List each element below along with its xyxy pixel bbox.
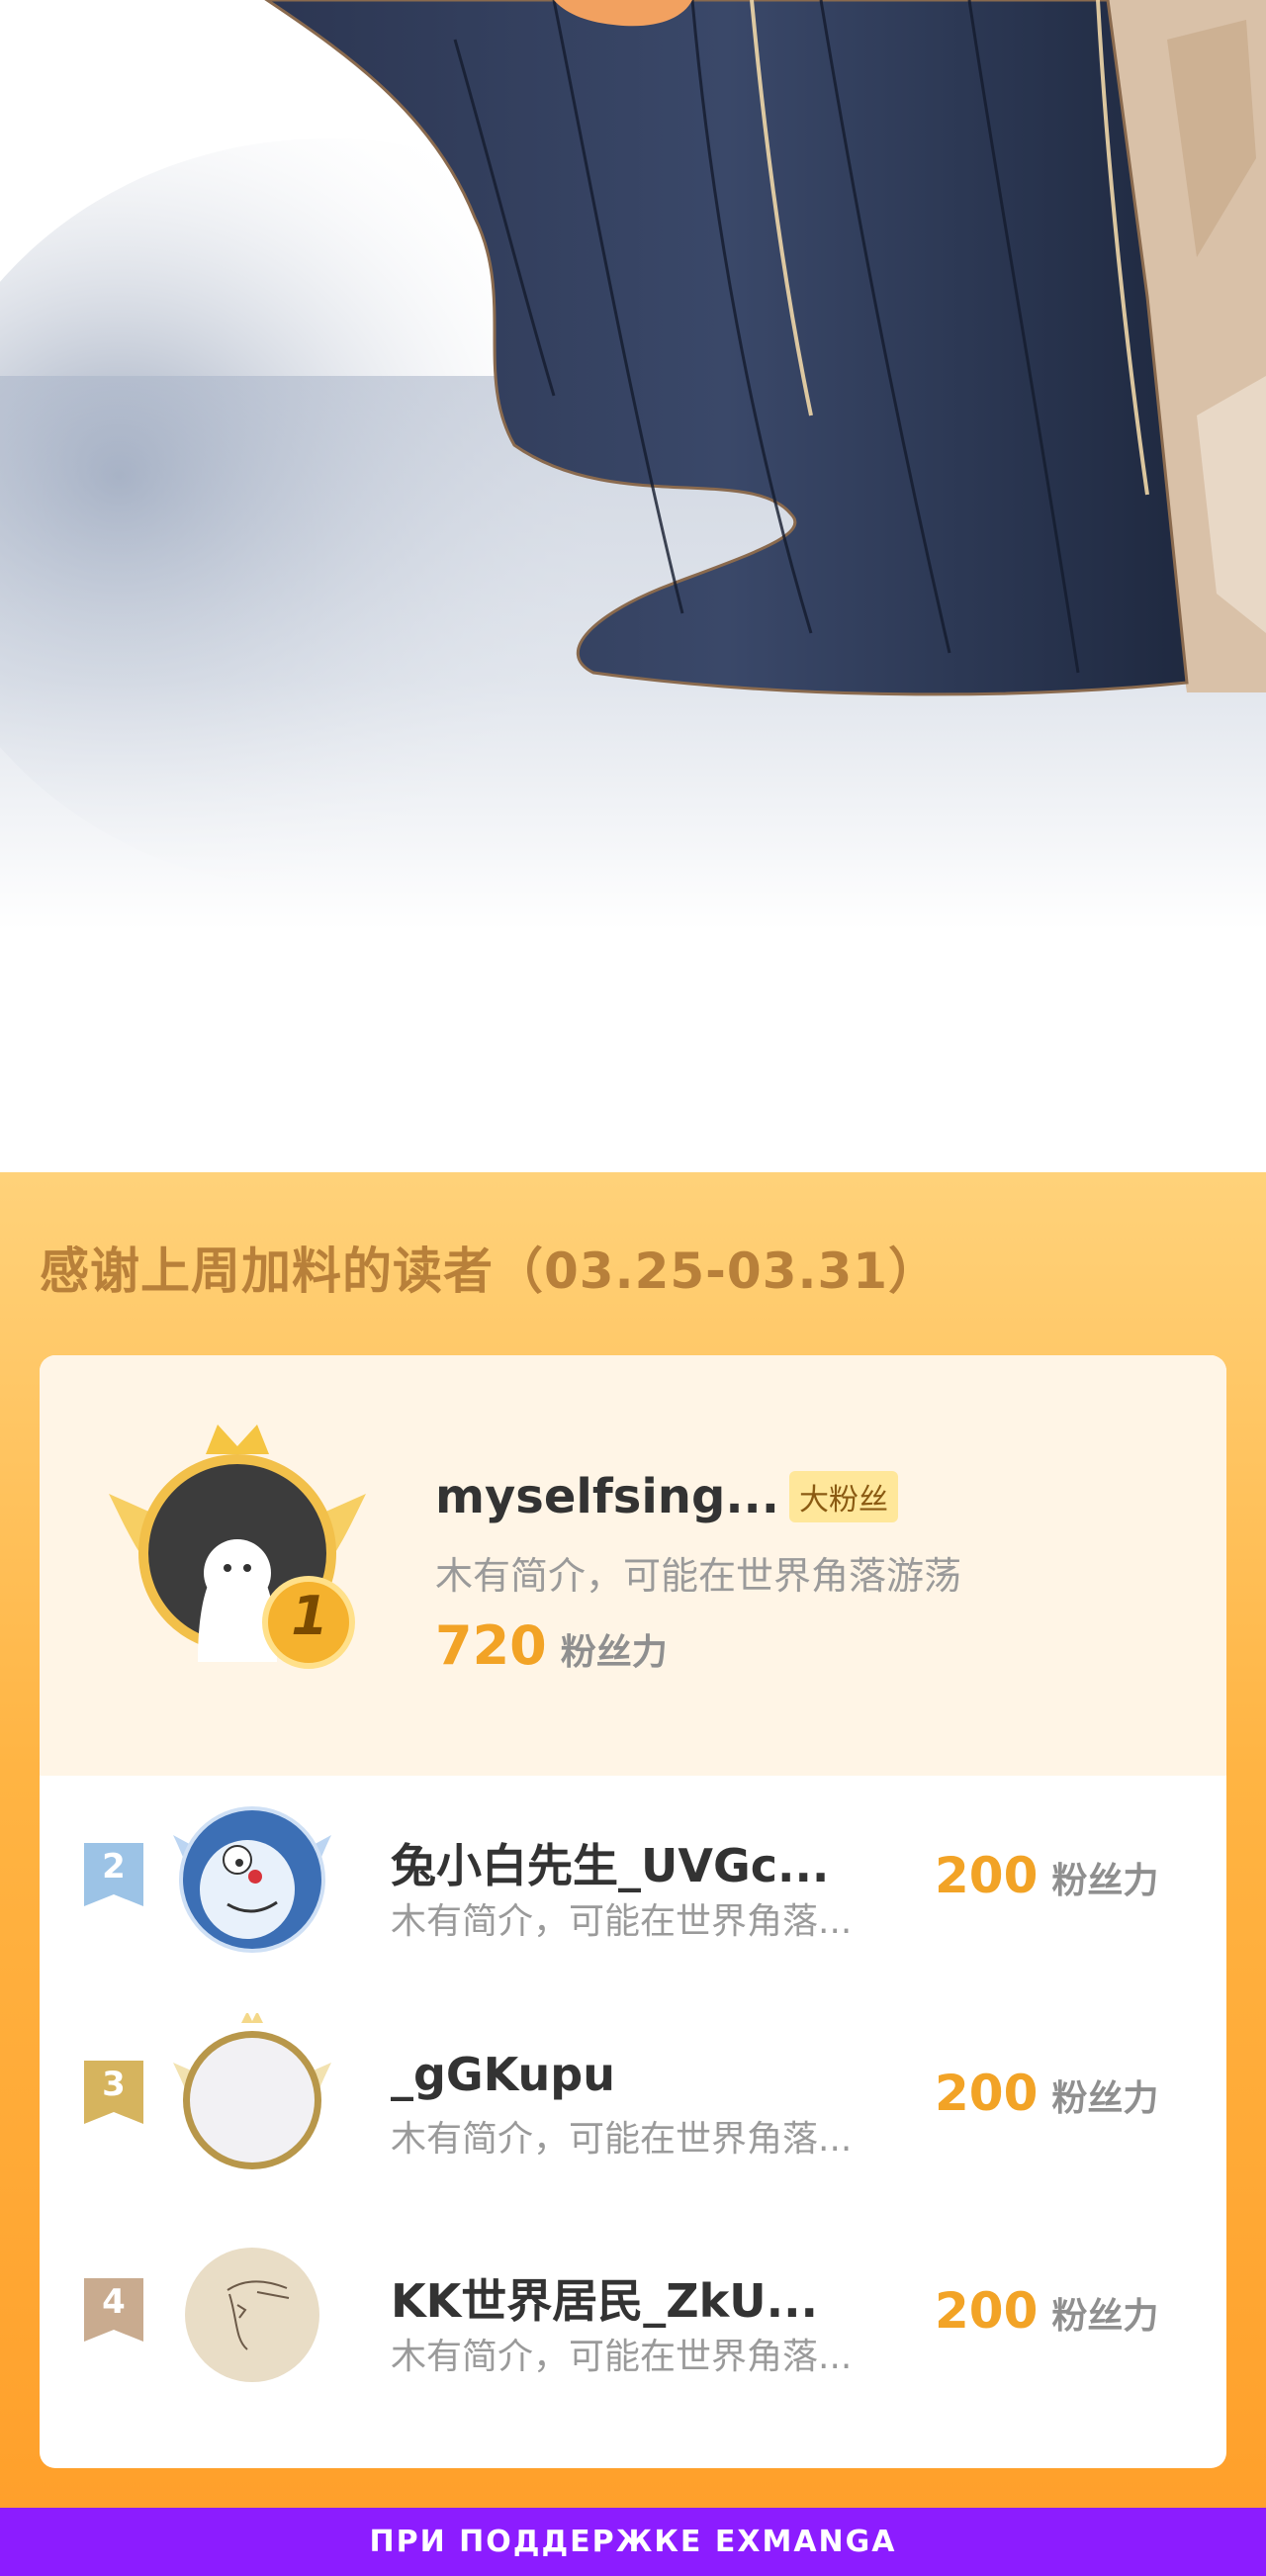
- supporter-bio: 木有简介，可能在世界角落...: [391, 2119, 853, 2160]
- supporter-row[interactable]: 2 兔小白先生_UVGc... 木有简介，可能在世界角落... 200 粉丝力: [40, 1786, 1226, 1964]
- ribbon-flag-icon: 2: [84, 1843, 143, 1906]
- fan-power-unit: 粉丝力: [1051, 2078, 1159, 2119]
- sketch-portrait-avatar-icon[interactable]: [168, 2231, 336, 2389]
- supporter-name[interactable]: KK世界居民_ZkU...: [391, 2265, 818, 2331]
- ribbon-flag-icon: 3: [84, 2061, 143, 2124]
- sponsor-text: ПРИ ПОДДЕРЖКЕ EXMANGA: [369, 2525, 897, 2559]
- supporters-card: 1 myselfsing... 大粉丝 木有简介，可能在世界角落游荡 720 粉…: [40, 1355, 1226, 2468]
- supporter-bio: 木有简介，可能在世界角落...: [391, 2337, 853, 2377]
- crown-wings-icon: [109, 1425, 366, 1669]
- blank-avatar-icon[interactable]: [168, 2011, 336, 2171]
- supporter-bio: 木有简介，可能在世界角落...: [391, 1901, 853, 1942]
- fan-power: 200 粉丝力: [935, 2282, 1158, 2340]
- rank-number: 1: [291, 1585, 328, 1647]
- comic-illustration: [0, 0, 1266, 1172]
- fan-power-value: 200: [935, 1847, 1039, 1904]
- fan-power-value: 200: [935, 2065, 1039, 2122]
- supporter-name[interactable]: _gGKupu: [391, 2048, 615, 2101]
- panel-title: 感谢上周加料的读者（03.25-03.31）: [40, 1242, 940, 1300]
- supporter-row[interactable]: 4 KK世界居民_ZkU... 木有简介，可能在世界角落... 200 粉丝力: [40, 2221, 1226, 2399]
- fan-power: 200 粉丝力: [935, 2065, 1158, 2122]
- fan-power-unit: 粉丝力: [560, 1632, 668, 1673]
- rank-number: 2: [102, 1847, 126, 1886]
- doraemon-avatar-icon[interactable]: [168, 1795, 336, 1954]
- supporter-name[interactable]: 兔小白先生_UVGc...: [391, 1830, 829, 1895]
- ribbon-flag-icon: 4: [84, 2278, 143, 2342]
- weekly-supporters-panel: 感谢上周加料的读者（03.25-03.31） 1 myselfsing... 大…: [0, 1172, 1266, 2508]
- supporter-name[interactable]: myselfsing...: [435, 1469, 779, 1524]
- fan-power: 200 粉丝力: [935, 1847, 1158, 1904]
- rank-number: 4: [102, 2282, 126, 2322]
- fan-power-unit: 粉丝力: [1051, 1861, 1159, 1901]
- rank-number: 3: [102, 2065, 126, 2104]
- fan-power-unit: 粉丝力: [1051, 2296, 1159, 2337]
- sponsor-banner: ПРИ ПОДДЕРЖКЕ EXMANGA: [0, 2508, 1266, 2576]
- fan-power-value: 200: [935, 2282, 1039, 2340]
- top-supporter[interactable]: 1 myselfsing... 大粉丝 木有简介，可能在世界角落游荡 720 粉…: [40, 1355, 1226, 1776]
- supporter-bio: 木有简介，可能在世界角落游荡: [435, 1554, 962, 1598]
- fan-badge: 大粉丝: [789, 1471, 899, 1522]
- supporter-row[interactable]: 3 _gGKupu 木有简介，可能在世界角落... 200 粉丝力: [40, 2003, 1226, 2181]
- fan-power-value: 720: [435, 1614, 547, 1677]
- fan-power: 720 粉丝力: [435, 1614, 668, 1677]
- top-supporter-avatar[interactable]: 1: [89, 1425, 386, 1682]
